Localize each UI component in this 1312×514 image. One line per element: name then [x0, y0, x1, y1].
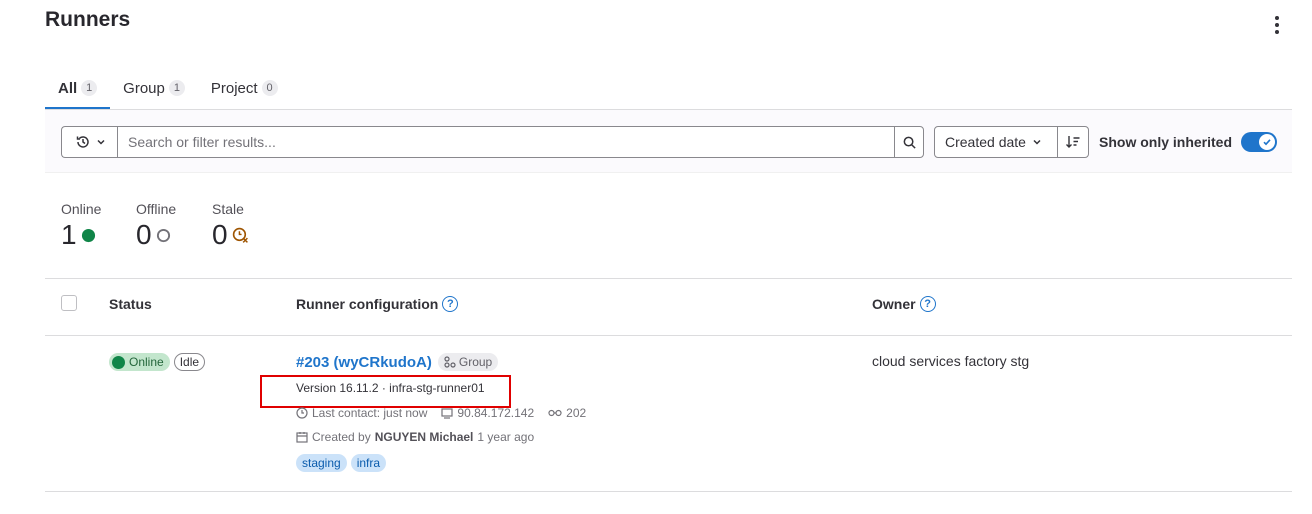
- column-header-owner: Owner ?: [872, 296, 936, 312]
- created-ago: 1 year ago: [477, 430, 535, 444]
- last-contact: Last contact: just now: [296, 406, 427, 420]
- status-badges: Online Idle: [109, 353, 206, 371]
- page-title: Runners: [45, 8, 131, 31]
- runner-type-text: Group: [458, 355, 493, 369]
- tab-group[interactable]: Group 1: [110, 68, 198, 108]
- status-badge-idle: Idle: [173, 353, 206, 371]
- stat-stale: Stale 0: [212, 201, 249, 251]
- last-contact-text: Last contact: just now: [312, 406, 428, 420]
- tab-label: Project: [210, 79, 258, 97]
- runner-meta: Last contact: just now 90.84.172.142 202: [296, 406, 586, 420]
- column-label: Status: [109, 296, 152, 312]
- tab-label: Group: [123, 79, 165, 97]
- tab-all[interactable]: All 1: [45, 68, 111, 109]
- question-icon[interactable]: ?: [442, 296, 459, 312]
- pipeline-icon: [548, 407, 562, 419]
- group-icon: [444, 356, 456, 368]
- column-header-runner-configuration: Runner configuration ?: [296, 296, 459, 312]
- check-icon: [1259, 134, 1275, 150]
- stat-label: Offline: [136, 201, 177, 217]
- column-header-status: Status: [109, 296, 152, 312]
- stat-value: 1: [61, 219, 77, 250]
- stat-value: 0: [136, 219, 152, 250]
- sort-lowest-icon: [1065, 134, 1081, 150]
- created-by: Created by NGUYEN Michael 1 year ago: [296, 430, 534, 444]
- created-by-user[interactable]: NGUYEN Michael: [375, 430, 474, 444]
- question-icon[interactable]: ?: [919, 296, 936, 312]
- sort-dropdown[interactable]: Created date: [934, 126, 1058, 158]
- tab-count-badge: 1: [168, 80, 185, 96]
- filter-bar: Created date Show only inherited: [45, 110, 1292, 173]
- runner-tags: staging infra: [296, 454, 387, 472]
- job-count: 202: [548, 406, 586, 420]
- search-input[interactable]: [117, 126, 895, 158]
- status-text: Online: [129, 355, 164, 369]
- tab-project[interactable]: Project 0: [198, 68, 291, 108]
- show-inherited-toggle[interactable]: [1241, 132, 1277, 152]
- stat-online: Online 1: [61, 201, 101, 251]
- runner-type-badge: Group: [437, 353, 499, 371]
- sort-label: Created date: [945, 134, 1026, 150]
- calendar-icon: [296, 431, 308, 443]
- ip-address: 90.84.172.142: [441, 406, 534, 420]
- more-actions-icon[interactable]: [1268, 14, 1286, 36]
- stat-value: 0: [212, 219, 228, 250]
- show-inherited-label: Show only inherited: [1099, 134, 1233, 150]
- recent-searches-button[interactable]: [61, 126, 118, 158]
- job-count-text: 202: [566, 406, 587, 420]
- stat-label: Online: [61, 201, 102, 217]
- runner-link[interactable]: #203 (wyCRkudoA): [296, 354, 432, 371]
- search-icon: [902, 135, 917, 150]
- history-icon: [75, 134, 91, 150]
- status-online-icon: [81, 228, 96, 243]
- status-stale-icon: [232, 227, 249, 244]
- search-button[interactable]: [894, 126, 924, 158]
- status-badge-online: Online: [109, 353, 170, 371]
- chevron-down-icon: [96, 137, 106, 147]
- created-prefix: Created by: [312, 430, 371, 444]
- tab-label: All: [58, 79, 78, 97]
- table-row: Online Idle #203 (wyCRkudoA) Group Versi…: [45, 336, 1292, 492]
- tag-staging[interactable]: staging: [296, 454, 347, 472]
- runner-title: #203 (wyCRkudoA) Group: [296, 353, 499, 371]
- runner-version: Version 16.11.2 · infra-stg-runner01: [296, 381, 485, 395]
- runner-tabs: All 1 Group 1 Project 0: [45, 68, 1292, 110]
- runners-table-header: Status Runner configuration ? Owner ?: [45, 278, 1292, 336]
- tab-count-badge: 0: [261, 80, 278, 96]
- status-offline-icon: [156, 228, 171, 243]
- ip-address-text: 90.84.172.142: [457, 406, 535, 420]
- owner-name[interactable]: cloud services factory stg: [872, 353, 1029, 369]
- status-online-icon: [112, 355, 125, 369]
- column-label: Owner: [872, 296, 916, 312]
- stat-label: Stale: [212, 201, 244, 217]
- chevron-down-icon: [1032, 137, 1042, 147]
- clock-icon: [296, 407, 308, 419]
- tab-count-badge: 1: [81, 80, 98, 96]
- sort-direction-button[interactable]: [1057, 126, 1089, 158]
- tag-infra[interactable]: infra: [350, 454, 387, 472]
- monitor-icon: [441, 407, 454, 419]
- column-label: Runner configuration: [296, 296, 439, 312]
- select-all-checkbox[interactable]: [61, 295, 77, 311]
- stat-offline: Offline 0: [136, 201, 176, 251]
